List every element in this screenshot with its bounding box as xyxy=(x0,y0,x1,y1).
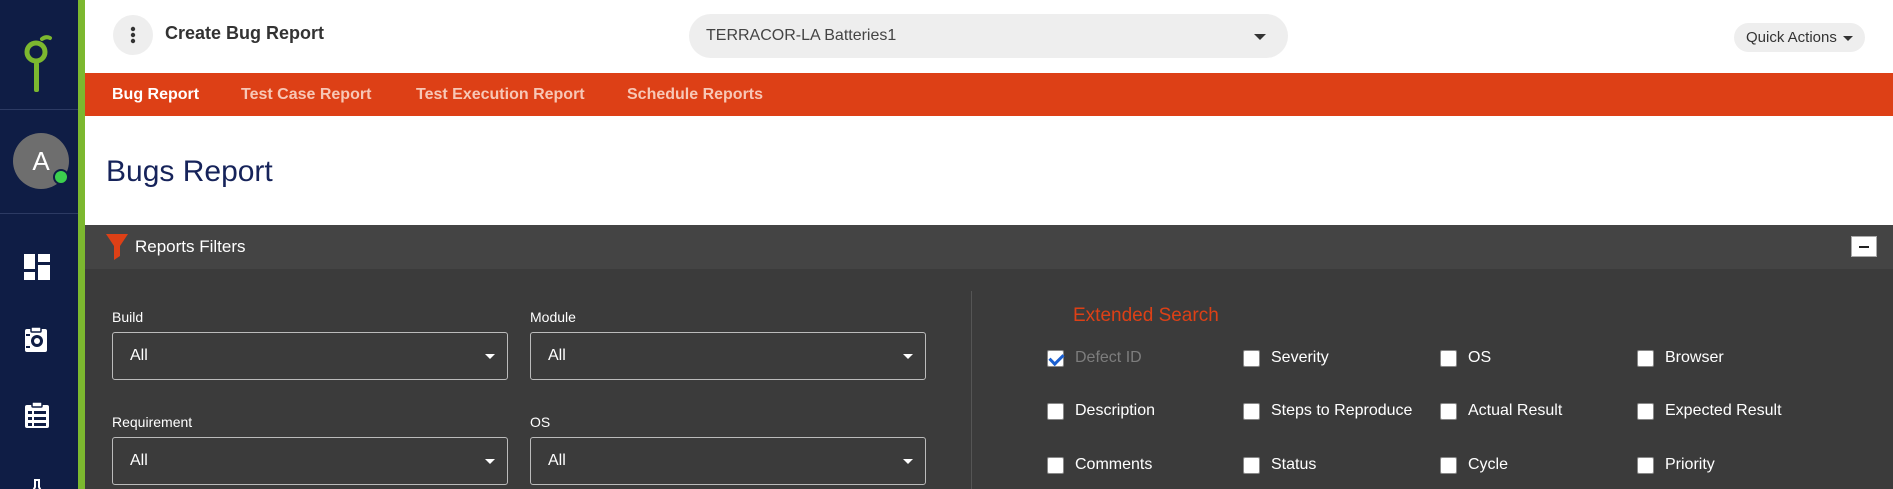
checkbox-steps-to-reproduce[interactable]: Steps to Reproduce xyxy=(1243,402,1412,420)
lab-flask-icon[interactable] xyxy=(22,474,52,489)
tab-test-case-report[interactable]: Test Case Report xyxy=(241,86,371,104)
checkbox-label: Actual Result xyxy=(1468,402,1563,419)
module-label: Module xyxy=(530,309,576,325)
checkbox-cycle[interactable]: Cycle xyxy=(1440,456,1508,474)
build-select[interactable]: All xyxy=(112,332,508,380)
checkbox-label: Steps to Reproduce xyxy=(1271,402,1413,419)
module-select[interactable]: All xyxy=(530,332,926,380)
filters-header-label: Reports Filters xyxy=(135,237,246,256)
checkbox-actual-result[interactable]: Actual Result xyxy=(1440,402,1562,420)
checkbox-box[interactable] xyxy=(1440,402,1457,420)
minus-icon xyxy=(1859,245,1869,248)
checkbox-label: Cycle xyxy=(1468,456,1509,473)
checkbox-box[interactable] xyxy=(1243,402,1260,420)
checkbox-priority[interactable]: Priority xyxy=(1637,456,1715,474)
chevron-down-icon xyxy=(903,459,913,464)
checkbox-label: Defect ID xyxy=(1075,349,1142,366)
extended-search-title: Extended Search xyxy=(1073,305,1219,326)
test-cases-icon[interactable] xyxy=(22,400,52,430)
checkbox-box[interactable] xyxy=(1637,402,1654,420)
panel-divider xyxy=(971,291,972,489)
more-options-button[interactable] xyxy=(113,15,153,55)
os-select-value: All xyxy=(548,452,566,469)
project-select[interactable]: TERRACOR-LA Batteries1 xyxy=(689,14,1288,58)
checkbox-label: Comments xyxy=(1075,456,1153,473)
sidebar-accent-bar xyxy=(78,0,85,489)
os-select[interactable]: All xyxy=(530,437,926,485)
kebab-menu-icon xyxy=(130,26,136,44)
requirement-select[interactable]: All xyxy=(112,437,508,485)
tab-bug-report[interactable]: Bug Report xyxy=(112,86,199,104)
checkbox-box[interactable] xyxy=(1047,402,1064,420)
collapse-button[interactable] xyxy=(1851,236,1877,257)
filters-header: Reports Filters xyxy=(85,225,1893,269)
sidebar-divider xyxy=(0,109,78,110)
app-root: A Create Bug Report TERRACOR-LA Batterie… xyxy=(0,0,1893,489)
tab-test-execution-report[interactable]: Test Execution Report xyxy=(416,86,585,104)
checkbox-box[interactable] xyxy=(1243,349,1260,367)
project-select-value: TERRACOR-LA Batteries1 xyxy=(706,27,897,44)
requirement-label: Requirement xyxy=(112,414,193,430)
page-title: Bugs Report xyxy=(106,155,273,188)
checkbox-browser[interactable]: Browser xyxy=(1637,349,1724,367)
checkbox-status[interactable]: Status xyxy=(1243,456,1316,474)
requirement-select-value: All xyxy=(130,452,148,469)
checkbox-label: Status xyxy=(1271,456,1317,473)
checkbox-box[interactable] xyxy=(1440,349,1457,367)
checkbox-label: Description xyxy=(1075,402,1156,419)
report-tabs-bar: Bug Report Test Case Report Test Executi… xyxy=(85,73,1893,116)
checkbox-box[interactable] xyxy=(1440,456,1457,474)
chevron-down-icon xyxy=(1254,34,1266,40)
checkbox-label: Severity xyxy=(1271,349,1329,366)
checkbox-defect-id[interactable]: Defect ID xyxy=(1047,349,1142,367)
page-heading: Create Bug Report xyxy=(165,23,325,43)
checkbox-box[interactable] xyxy=(1637,349,1654,367)
app-logo-icon[interactable] xyxy=(22,34,54,96)
checkbox-label: Priority xyxy=(1665,456,1715,473)
topbar: Create Bug Report TERRACOR-LA Batteries1… xyxy=(85,0,1893,73)
checkbox-description[interactable]: Description xyxy=(1047,402,1155,420)
quick-actions-button[interactable]: Quick Actions xyxy=(1734,23,1865,52)
checkbox-os[interactable]: OS xyxy=(1440,349,1491,367)
checkbox-label: Expected Result xyxy=(1665,402,1782,419)
chevron-down-icon xyxy=(903,354,913,359)
checkbox-box[interactable] xyxy=(1637,456,1654,474)
checkbox-label: Browser xyxy=(1665,349,1724,366)
chevron-down-icon xyxy=(1843,36,1853,41)
tab-schedule-reports[interactable]: Schedule Reports xyxy=(627,86,763,104)
module-select-value: All xyxy=(548,347,566,364)
checkbox-box[interactable] xyxy=(1047,456,1064,474)
test-settings-icon[interactable] xyxy=(22,325,52,355)
filters-panel: Build All Module All Requirement All OS … xyxy=(85,269,1893,489)
sidebar-divider xyxy=(0,213,78,214)
checkbox-box[interactable] xyxy=(1243,456,1260,474)
checkbox-comments[interactable]: Comments xyxy=(1047,456,1152,474)
os-label: OS xyxy=(530,414,551,430)
checkbox-label: OS xyxy=(1468,349,1492,366)
filter-icon xyxy=(106,234,128,260)
dashboard-icon[interactable] xyxy=(22,252,52,282)
checkbox-expected-result[interactable]: Expected Result xyxy=(1637,402,1782,420)
build-select-value: All xyxy=(130,347,148,364)
checkbox-severity[interactable]: Severity xyxy=(1243,349,1329,367)
build-label: Build xyxy=(112,309,144,325)
sidebar: A xyxy=(0,0,78,489)
checkbox-box[interactable] xyxy=(1047,349,1064,367)
quick-actions-label: Quick Actions xyxy=(1746,29,1837,46)
chevron-down-icon xyxy=(485,459,495,464)
online-status-dot xyxy=(53,169,69,185)
chevron-down-icon xyxy=(485,354,495,359)
